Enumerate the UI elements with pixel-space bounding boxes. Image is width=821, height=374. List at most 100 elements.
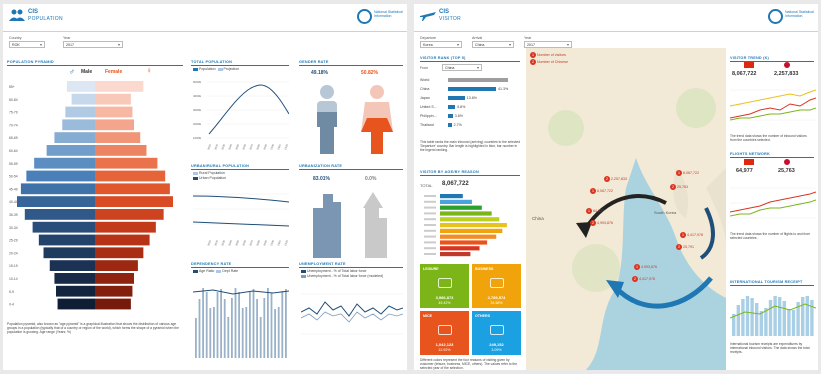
country-filter[interactable]: Country ROK — [9, 36, 45, 48]
pyramid-title: POPULATION PYRAMID — [7, 60, 183, 66]
leisure-tile[interactable]: LEISURE 3,986,873 49.42% — [420, 264, 469, 308]
country-select[interactable]: ROK — [9, 41, 45, 48]
city-building-icon — [313, 194, 341, 258]
dependency-bar — [241, 308, 244, 358]
mice-tile[interactable]: MICE 1,042,123 12.92% — [420, 311, 469, 355]
female-bar — [95, 247, 144, 259]
female-bar — [95, 81, 144, 92]
male-bar — [49, 260, 95, 271]
map-pin[interactable]: 2 25,763 — [670, 184, 688, 190]
age-bar — [440, 199, 472, 204]
country-filter-label: Country — [9, 36, 22, 40]
from-select[interactable]: China — [442, 64, 482, 71]
age-bar — [440, 211, 492, 216]
population-panel: CIS POPULATION National Statistical Info… — [3, 4, 407, 370]
map-legend: 1 Number of visitors 2 Number of Chinese — [530, 52, 568, 66]
business-tile[interactable]: BUSINESS 2,789,574 34.58% — [472, 264, 521, 308]
briefcase-icon — [489, 278, 504, 288]
dependency-bar — [223, 299, 226, 358]
year-filter[interactable]: Year 2017 — [63, 36, 123, 48]
intl-note: International tourism receipts are expen… — [730, 342, 810, 355]
map-pin[interactable]: 1 8,067,722 — [590, 188, 613, 194]
visitor-rank-title: VISITOR RANK (TOP 5) — [420, 56, 520, 62]
from-label: From — [420, 66, 429, 70]
receipt-bar — [773, 296, 777, 336]
receipt-bar — [778, 297, 782, 336]
arrival-select[interactable]: China — [472, 41, 514, 48]
country-label-korea: South Korea — [654, 210, 677, 215]
visitor-rank-note: This table ranks the main inbound (arriv… — [420, 140, 521, 153]
from-filter[interactable]: China — [442, 63, 482, 71]
departure-select[interactable]: Korea — [420, 41, 462, 48]
rank-bar — [448, 96, 465, 100]
dependency-bar — [267, 288, 269, 358]
year-filter[interactable]: Year 2017 — [524, 36, 572, 48]
rank-country: Philippin... — [420, 114, 437, 118]
rural-rate: 0.0% — [365, 176, 377, 182]
age-bar-label — [424, 200, 436, 203]
female-bar — [95, 183, 170, 195]
map-pin[interactable]: 2 2,257,833 — [604, 176, 627, 182]
age-group-label: 5-9 — [9, 290, 14, 294]
map-pin[interactable]: 1 64,977 — [586, 208, 604, 214]
rank-country: World — [420, 78, 430, 82]
female-bar — [95, 260, 138, 271]
male-bar — [38, 234, 95, 246]
receipt-bar — [750, 298, 754, 336]
map-pin[interactable]: 1 8,067,722 — [676, 170, 699, 176]
tiles-note: Different colors represent the four reas… — [420, 358, 518, 370]
dependency-bar — [227, 317, 230, 358]
x-tick: 2020 — [213, 239, 219, 246]
year-select[interactable]: 2017 — [524, 41, 572, 48]
rank-row: Thailand 2.7% — [420, 121, 520, 130]
dependency-bar — [220, 289, 222, 358]
dependency-bar — [202, 288, 204, 358]
others-tile[interactable]: OTHERS 249,152 3.09% — [472, 311, 521, 355]
map-pin[interactable]: 2 25,791 — [676, 244, 694, 250]
departure-filter[interactable]: Departure Korea — [420, 36, 462, 48]
map-pin[interactable]: 2 4,993,876 — [590, 220, 613, 226]
business-tile-percent: 34.58% — [490, 301, 503, 305]
age-bar — [440, 240, 488, 245]
female-bar — [95, 170, 166, 182]
receipt-bar — [745, 296, 750, 336]
age-group-label: 30-34 — [9, 226, 18, 230]
year-select[interactable]: 2017 — [63, 41, 123, 48]
female-bar — [95, 157, 158, 169]
age-group-label: 45-49 — [9, 187, 18, 191]
dependency-bar — [263, 298, 266, 358]
x-tick: 2030 — [220, 143, 226, 150]
urban-rural-chart: 2010 2020 2030 2040 2050 2060 2070 2080 2090 2100… — [193, 193, 289, 246]
map-pin[interactable]: 2 4,417,978 — [632, 276, 655, 282]
mice-tile-title: MICE — [423, 314, 432, 318]
legend-unemp-modeled: Unemployment - % of Total labor force (m… — [307, 274, 384, 278]
female-bar — [95, 221, 156, 233]
total-pop-legend: Population Projection — [193, 67, 239, 71]
x-tick: 2060 — [241, 239, 247, 246]
unemployment-title: UNEMPLOYMENT RATE — [299, 262, 403, 268]
x-tick: 2090 — [262, 143, 268, 150]
rank-bar — [448, 105, 456, 109]
gender-rate-title: GENDER RATE — [299, 60, 403, 66]
flights-left-value: 64,977 — [736, 168, 753, 174]
population-header: CIS POPULATION National Statistical Info… — [3, 4, 407, 32]
legend-projection: Projection — [223, 67, 240, 71]
arrival-filter[interactable]: Arrival China — [472, 36, 514, 48]
business-tile-value: 2,789,574 — [487, 295, 506, 300]
departure-filter-label: Departure — [420, 36, 436, 40]
rank-value: 2.7% — [453, 123, 462, 127]
map-pin[interactable]: 1 4,417,978 — [680, 232, 703, 238]
age-group-label: 15-19 — [9, 264, 18, 268]
rank-bar — [448, 87, 496, 91]
dependency-bar — [209, 308, 212, 358]
male-bar — [54, 132, 95, 143]
rank-country: Thailand — [420, 123, 434, 127]
male-bar — [71, 93, 95, 105]
map[interactable]: 1 Number of visitors 2 Number of Chinese C… — [526, 48, 726, 370]
flag-japan-icon — [784, 62, 790, 68]
female-rate: 50.82% — [361, 70, 378, 76]
dependency-bar — [256, 299, 258, 358]
map-pin[interactable]: 1 4,993,876 — [634, 264, 657, 270]
male-bar — [24, 209, 95, 220]
y-tick: 2000k — [193, 122, 202, 126]
